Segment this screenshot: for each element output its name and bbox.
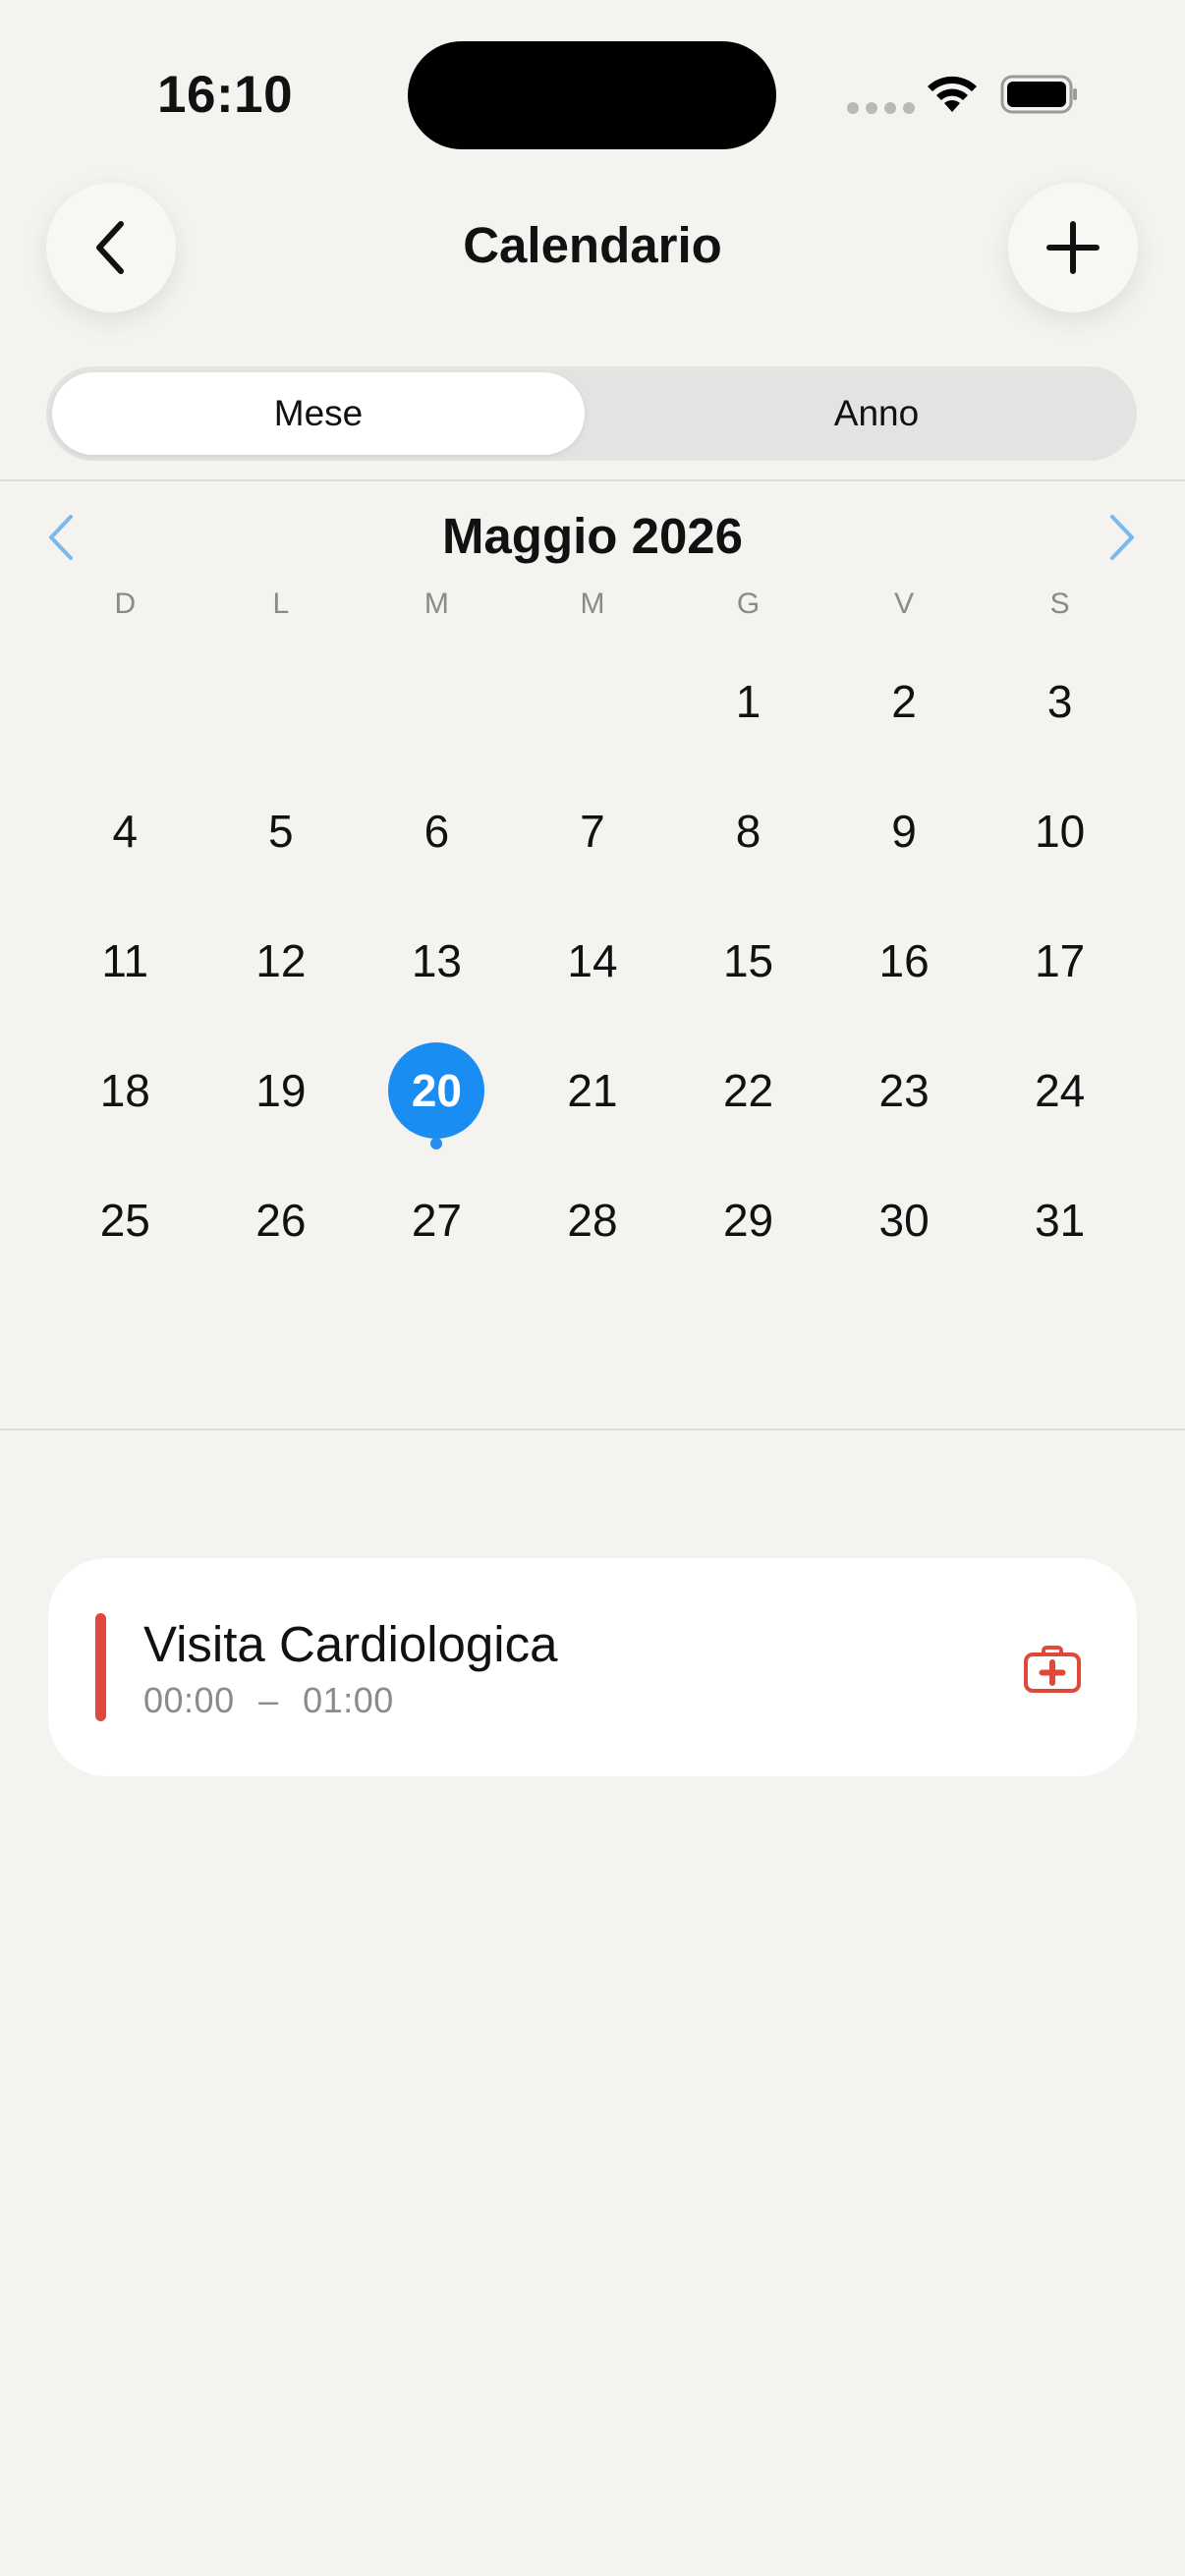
divider: [0, 479, 1185, 481]
day-cell[interactable]: 24: [982, 1026, 1138, 1155]
event-card[interactable]: Visita Cardiologica 00:00 – 01:00: [48, 1558, 1137, 1776]
calendar-grid: 1 2 3 4 5 6 7 8 9 10 11 12 13 14 15 16 17 18 19 20 21 22 23 24 2…: [47, 637, 1138, 1285]
day-number: 18: [99, 1065, 150, 1116]
weekday-label: L: [272, 588, 290, 620]
day-cell[interactable]: 28: [515, 1155, 671, 1285]
day-number: 2: [891, 676, 917, 727]
day-number: 30: [878, 1195, 930, 1246]
battery-icon: [1000, 75, 1077, 114]
day-number: 4: [112, 806, 139, 857]
weekday-label: D: [114, 588, 137, 620]
day-cell[interactable]: 13: [359, 896, 515, 1026]
day-number: 1: [735, 676, 762, 727]
day-cell[interactable]: 12: [203, 896, 360, 1026]
day-number: 9: [891, 806, 917, 857]
day-cell[interactable]: 20: [359, 1026, 515, 1155]
day-cell[interactable]: 5: [203, 766, 360, 896]
day-cell[interactable]: 26: [203, 1155, 360, 1285]
day-cell[interactable]: 29: [670, 1155, 826, 1285]
wifi-icon: [928, 76, 977, 112]
day-cell[interactable]: 10: [982, 766, 1138, 896]
day-cell[interactable]: 7: [515, 766, 671, 896]
dynamic-island: [408, 41, 776, 149]
day-cell[interactable]: 22: [670, 1026, 826, 1155]
day-cell[interactable]: 14: [515, 896, 671, 1026]
day-cell[interactable]: 25: [47, 1155, 203, 1285]
weekday-label: M: [580, 588, 605, 620]
event-end-time: 01:00: [303, 1680, 394, 1720]
day-number: 26: [255, 1195, 307, 1246]
day-number: 15: [722, 935, 774, 986]
event-color-bar: [95, 1613, 106, 1721]
day-number: 20: [388, 1042, 485, 1139]
day-number: 23: [878, 1065, 930, 1116]
medical-kit-icon: [1024, 1646, 1081, 1693]
empty-day-cell: [203, 637, 360, 766]
day-cell[interactable]: 3: [982, 637, 1138, 766]
empty-day-cell: [515, 637, 671, 766]
weekday-header: D L M M G V S: [47, 588, 1138, 621]
day-number: 16: [878, 935, 930, 986]
day-cell[interactable]: 18: [47, 1026, 203, 1155]
day-cell[interactable]: 15: [670, 896, 826, 1026]
plus-icon: [1046, 221, 1100, 274]
event-time-separator: –: [258, 1680, 279, 1720]
day-cell[interactable]: 2: [826, 637, 983, 766]
segment-year[interactable]: Anno: [616, 366, 1137, 461]
day-cell[interactable]: 6: [359, 766, 515, 896]
next-month-button[interactable]: [1102, 511, 1142, 564]
event-time-range: 00:00 – 01:00: [143, 1680, 394, 1721]
event-indicator-dot: [430, 1138, 443, 1149]
day-number: 6: [423, 806, 450, 857]
day-cell[interactable]: 30: [826, 1155, 983, 1285]
day-number: 22: [722, 1065, 774, 1116]
cellular-signal-icon: [847, 102, 915, 114]
day-cell[interactable]: 23: [826, 1026, 983, 1155]
weekday-label: S: [1049, 588, 1070, 620]
day-cell[interactable]: 21: [515, 1026, 671, 1155]
day-number: 27: [411, 1195, 462, 1246]
day-number: 28: [567, 1195, 618, 1246]
add-event-button[interactable]: [1008, 183, 1138, 312]
weekday-label: M: [423, 588, 449, 620]
day-number: 10: [1035, 806, 1086, 857]
day-number: 14: [567, 935, 618, 986]
day-cell[interactable]: 19: [203, 1026, 360, 1155]
day-number: 24: [1035, 1065, 1086, 1116]
day-cell[interactable]: 16: [826, 896, 983, 1026]
day-cell[interactable]: 4: [47, 766, 203, 896]
empty-day-cell: [47, 637, 203, 766]
day-cell[interactable]: 9: [826, 766, 983, 896]
day-number: 31: [1035, 1195, 1086, 1246]
day-cell[interactable]: 8: [670, 766, 826, 896]
day-number: 12: [255, 935, 307, 986]
day-number: 8: [735, 806, 762, 857]
day-cell[interactable]: 27: [359, 1155, 515, 1285]
divider: [0, 1428, 1185, 1430]
day-cell[interactable]: 17: [982, 896, 1138, 1026]
weekday-label: V: [894, 588, 915, 620]
weekday-label: G: [736, 588, 761, 620]
status-bar: 16:10: [0, 0, 1185, 187]
segment-month[interactable]: Mese: [52, 372, 585, 455]
day-cell[interactable]: 31: [982, 1155, 1138, 1285]
day-number: 11: [101, 935, 149, 986]
event-start-time: 00:00: [143, 1680, 235, 1720]
day-number: 21: [567, 1065, 618, 1116]
day-number: 5: [268, 806, 294, 857]
day-number: 7: [580, 806, 605, 857]
day-number: 3: [1046, 676, 1073, 727]
day-number: 25: [99, 1195, 150, 1246]
day-cell[interactable]: 1: [670, 637, 826, 766]
event-title: Visita Cardiologica: [143, 1616, 558, 1672]
day-number: 29: [722, 1195, 774, 1246]
day-number: 19: [255, 1065, 307, 1116]
day-number: 13: [411, 935, 462, 986]
empty-day-cell: [359, 637, 515, 766]
day-number: 17: [1035, 935, 1086, 986]
view-segmented-control: Mese Anno: [46, 366, 1137, 461]
day-cell[interactable]: 11: [47, 896, 203, 1026]
month-title: Maggio 2026: [441, 508, 744, 564]
status-time: 16:10: [157, 66, 294, 124]
